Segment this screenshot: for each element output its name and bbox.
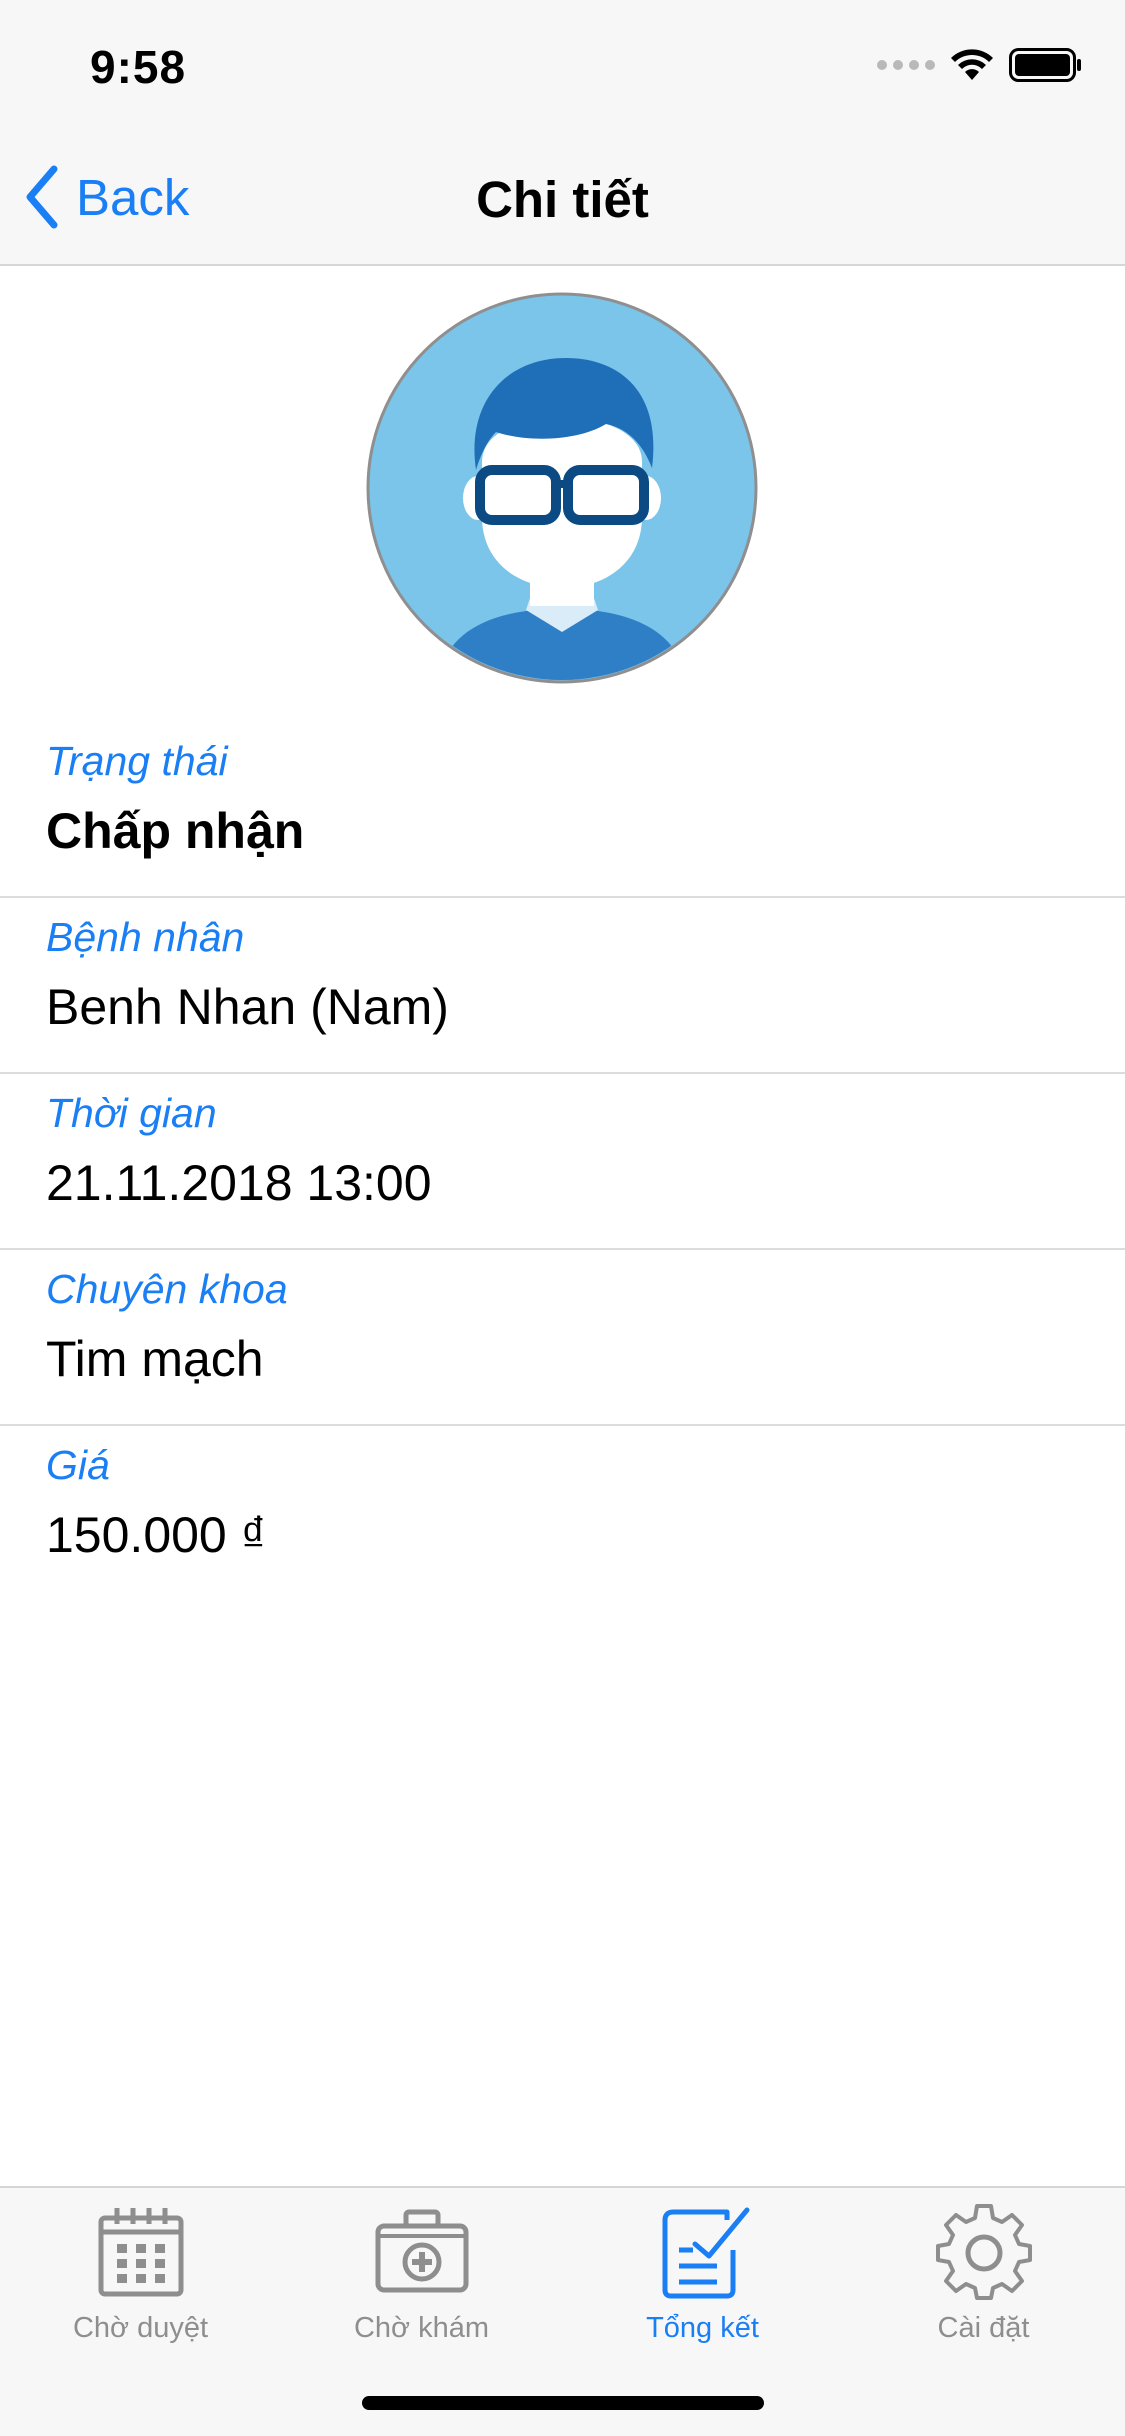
status-bar: 9:58 [0,0,1125,132]
detail-row-price: Giá 150.000 ₫ [0,1426,1125,1602]
detail-row-time: Thời gian 21.11.2018 13:00 [0,1074,1125,1250]
detail-row-status: Trạng thái Chấp nhận [0,722,1125,898]
patient-value: Benh Nhan (Nam) [46,979,449,1035]
patient-label: Bệnh nhân [46,914,245,960]
home-indicator [362,2396,764,2410]
tab-label: Chờ duyệt [72,2312,209,2344]
detail-row-patient: Bệnh nhân Benh Nhan (Nam) [0,898,1125,1074]
status-value: Chấp nhận [46,803,305,859]
tab-settings[interactable]: Cài đặt [843,2188,1124,2358]
detail-row-specialty: Chuyên khoa Tim mạch [0,1250,1125,1426]
checklist-icon [662,2207,749,2299]
avatar [366,292,758,684]
price-label: Giá [46,1442,110,1488]
time-value: 21.11.2018 13:00 [46,1155,432,1211]
tab-label: Tổng kết [646,2312,759,2344]
page-title: Chi tiết [476,171,649,228]
cellular-signal-icon [877,60,935,70]
specialty-value: Tim mạch [46,1331,264,1387]
battery-icon [1009,48,1081,82]
status-time: 9:58 [90,41,187,93]
price-value: 150.000 ₫ [46,1507,267,1563]
wifi-icon [951,49,993,80]
status-label: Trạng thái [46,738,228,784]
navigation-bar: Back Chi tiết [0,132,1125,266]
calendar-icon [98,2208,183,2297]
specialty-label: Chuyên khoa [46,1266,288,1312]
tab-pending-exam[interactable]: Chờ khám [281,2188,562,2358]
details-list: Trạng thái Chấp nhận Bệnh nhân Benh Nhan… [0,722,1125,1602]
time-label: Thời gian [46,1090,217,1136]
tab-label: Chờ khám [353,2312,490,2344]
tab-summary[interactable]: Tổng kết [562,2188,843,2358]
tab-pending-approval[interactable]: Chờ duyệt [0,2188,281,2358]
gear-icon [935,2204,1032,2300]
tab-label: Cài đặt [937,2312,1030,2344]
status-icons [877,48,1083,82]
medical-kit-icon [375,2209,468,2293]
